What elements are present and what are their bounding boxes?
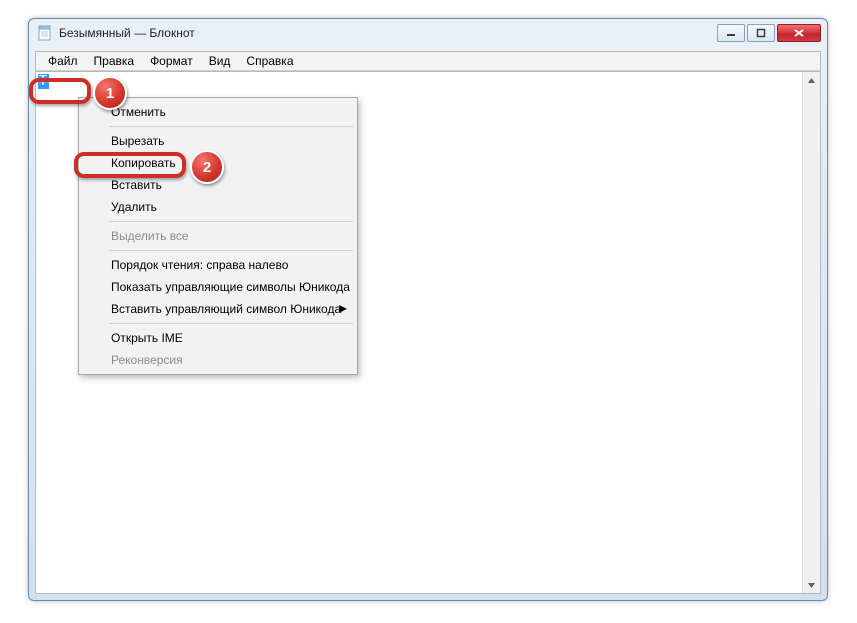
menu-edit[interactable]: Правка	[86, 53, 143, 69]
ctx-insert-unicode-label: Вставить управляющий символ Юникода	[111, 302, 341, 316]
context-menu: Отменить Вырезать Копировать Вставить Уд…	[78, 97, 358, 375]
ctx-reading-order[interactable]: Порядок чтения: справа налево	[81, 254, 355, 276]
ctx-separator	[109, 221, 353, 222]
scroll-up-button[interactable]	[804, 72, 820, 88]
ctx-copy[interactable]: Копировать	[81, 152, 355, 174]
window-controls	[717, 24, 821, 42]
ctx-separator	[109, 250, 353, 251]
menu-format[interactable]: Формат	[142, 53, 201, 69]
ctx-select-all[interactable]: Выделить все	[81, 225, 355, 247]
ctx-delete[interactable]: Удалить	[81, 196, 355, 218]
ctx-show-unicode[interactable]: Показать управляющие символы Юникода	[81, 276, 355, 298]
vertical-scrollbar[interactable]	[802, 72, 820, 593]
titlebar: Безымянный — Блокнот	[29, 19, 827, 47]
menu-view[interactable]: Вид	[201, 53, 239, 69]
ctx-undo[interactable]: Отменить	[81, 101, 355, 123]
window-title: Безымянный — Блокнот	[59, 26, 717, 40]
ctx-insert-unicode[interactable]: Вставить управляющий символ Юникода ▶	[81, 298, 355, 320]
minimize-button[interactable]	[717, 24, 745, 42]
maximize-button[interactable]	[747, 24, 775, 42]
ctx-paste[interactable]: Вставить	[81, 174, 355, 196]
menu-help[interactable]: Справка	[238, 53, 301, 69]
notepad-icon	[37, 25, 53, 41]
menu-file[interactable]: Файл	[40, 53, 86, 69]
ctx-separator	[109, 323, 353, 324]
ctx-reconversion[interactable]: Реконверсия	[81, 349, 355, 371]
ctx-open-ime[interactable]: Открыть IME	[81, 327, 355, 349]
ctx-cut[interactable]: Вырезать	[81, 130, 355, 152]
menubar: Файл Правка Формат Вид Справка	[35, 51, 821, 71]
submenu-arrow-icon: ▶	[339, 304, 347, 315]
selected-text: T	[38, 74, 49, 89]
close-button[interactable]	[777, 24, 821, 42]
scroll-down-button[interactable]	[804, 577, 820, 593]
ctx-separator	[109, 126, 353, 127]
